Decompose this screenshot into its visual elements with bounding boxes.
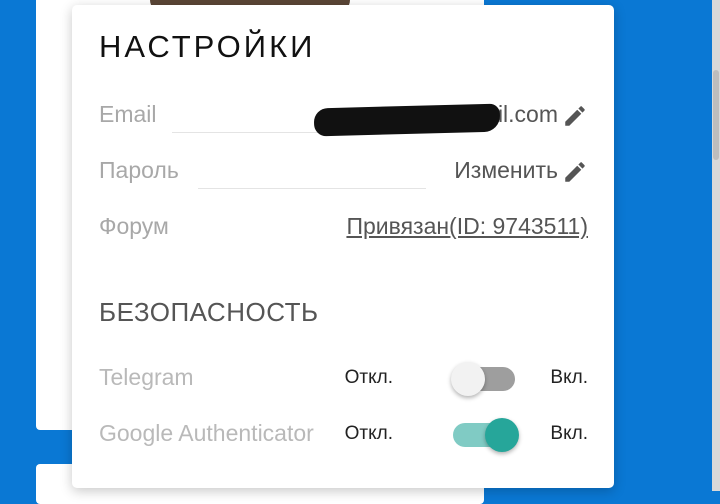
password-label: Пароль	[99, 157, 179, 183]
toggle-knob	[485, 418, 519, 452]
email-label: Email	[99, 101, 157, 127]
telegram-on-label: Вкл.	[550, 367, 588, 388]
page-scrollbar[interactable]	[712, 0, 720, 491]
telegram-off-label: Откл.	[344, 367, 393, 388]
edit-password-pencil-icon[interactable]	[562, 159, 588, 185]
change-password-link[interactable]: Изменить	[454, 157, 558, 184]
google-authenticator-on-label: Вкл.	[550, 423, 588, 444]
password-row: Пароль Изменить	[99, 153, 588, 189]
google-authenticator-toggle[interactable]	[453, 418, 519, 452]
google-authenticator-label: Google Authenticator	[99, 420, 314, 446]
google-authenticator-off-label: Откл.	[344, 423, 393, 444]
edit-email-pencil-icon[interactable]	[562, 103, 588, 129]
forum-label: Форум	[99, 213, 169, 239]
redaction-mark	[313, 103, 501, 137]
email-value: il.com	[497, 101, 558, 127]
settings-title: НАСТРОЙКИ	[99, 29, 316, 64]
telegram-toggle[interactable]	[451, 362, 515, 396]
email-row: Email il.com	[99, 97, 588, 137]
security-section-title: БЕЗОПАСНОСТЬ	[99, 297, 319, 327]
telegram-label: Telegram	[99, 364, 194, 390]
settings-dialog: НАСТРОЙКИ Email il.com Пароль Изменить Ф…	[72, 5, 614, 488]
forum-linked-link[interactable]: Привязан(ID: 9743511)	[346, 213, 588, 240]
password-field-underline	[198, 188, 426, 189]
toggle-knob	[451, 362, 485, 396]
telegram-row: Telegram Откл. Вкл.	[99, 360, 588, 396]
scrollbar-thumb[interactable]	[713, 70, 719, 160]
google-authenticator-row: Google Authenticator Откл. Вкл.	[99, 416, 588, 452]
forum-row: Форум Привязан(ID: 9743511)	[99, 209, 588, 245]
email-field-underline	[172, 132, 322, 133]
